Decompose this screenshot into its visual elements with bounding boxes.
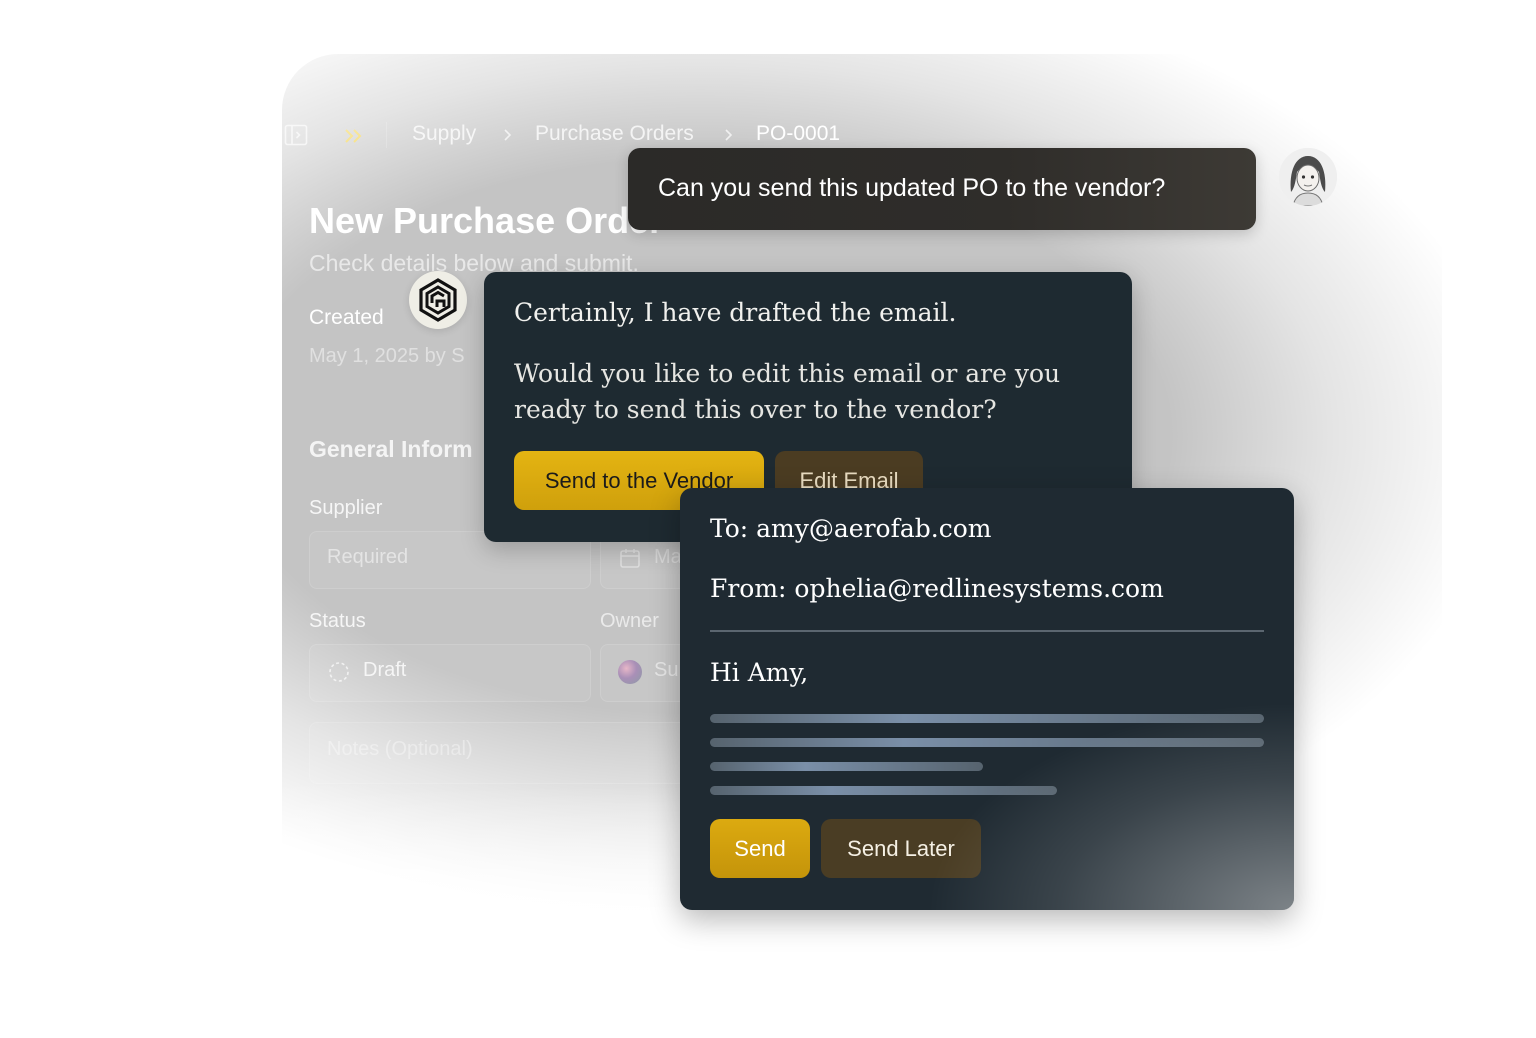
breadcrumb-current: PO-0001 bbox=[756, 122, 841, 145]
breadcrumb-supply[interactable]: Supply bbox=[412, 122, 476, 146]
chevron-right-icon bbox=[725, 129, 733, 141]
email-body-placeholder-line bbox=[710, 714, 1264, 723]
email-body-placeholder-line bbox=[710, 786, 1057, 795]
created-value: May 1, 2025 by S bbox=[309, 345, 465, 367]
double-chevron-right-icon[interactable] bbox=[342, 124, 366, 148]
breadcrumb-purchase-orders[interactable]: Purchase Orders bbox=[535, 122, 694, 146]
status-select[interactable] bbox=[309, 644, 591, 702]
send-later-button[interactable]: Send Later bbox=[821, 819, 981, 878]
owner-label: Owner bbox=[600, 610, 659, 632]
email-to-field: To: amy@aerofab.com bbox=[710, 514, 992, 543]
email-from-field: From: ophelia@redlinesystems.com bbox=[710, 574, 1164, 603]
section-supplier-information: Supplier Information bbox=[309, 910, 534, 936]
breadcrumb-divider bbox=[386, 122, 387, 148]
owner-value: Su bbox=[654, 659, 679, 681]
owner-avatar bbox=[618, 660, 642, 684]
status-value: Draft bbox=[363, 659, 407, 681]
assistant-message-line-1: Certainly, I have drafted the email. bbox=[514, 298, 957, 327]
send-button[interactable]: Send bbox=[710, 819, 810, 878]
sidebar-toggle-icon[interactable] bbox=[284, 123, 308, 147]
section-shipping: Shipping / Red bbox=[1027, 910, 1188, 936]
user-message-bubble: Can you send this updated PO to the vend… bbox=[628, 148, 1256, 230]
email-body-placeholder-line bbox=[710, 762, 983, 771]
date-value: Ma bbox=[654, 546, 682, 568]
page-title: New Purchase Order bbox=[309, 200, 664, 241]
dashed-circle-icon bbox=[329, 662, 349, 682]
user-avatar bbox=[1279, 148, 1337, 206]
assistant-message-line-2: Would you like to edit this email or are… bbox=[514, 359, 1061, 424]
email-body-placeholder-line bbox=[710, 738, 1264, 747]
email-divider bbox=[710, 630, 1264, 632]
assistant-avatar bbox=[409, 271, 467, 329]
screen: Supply Purchase Orders PO-0001 New Purch… bbox=[0, 0, 1536, 1038]
supplier-label: Supplier bbox=[309, 497, 383, 519]
email-greeting: Hi Amy, bbox=[710, 658, 809, 687]
hexagon-logo-icon bbox=[419, 278, 457, 322]
email-draft-card: To: amy@aerofab.com From: ophelia@redlin… bbox=[680, 488, 1294, 910]
section-general-information: General Inform bbox=[309, 436, 473, 462]
status-label: Status bbox=[309, 610, 366, 632]
calendar-icon bbox=[620, 549, 640, 568]
created-label: Created bbox=[309, 306, 384, 329]
chevron-right-icon bbox=[504, 129, 512, 141]
user-message-text: Can you send this updated PO to the vend… bbox=[658, 174, 1166, 202]
notes-placeholder: Notes (Optional) bbox=[327, 738, 473, 760]
supplier-placeholder: Required bbox=[327, 546, 409, 568]
